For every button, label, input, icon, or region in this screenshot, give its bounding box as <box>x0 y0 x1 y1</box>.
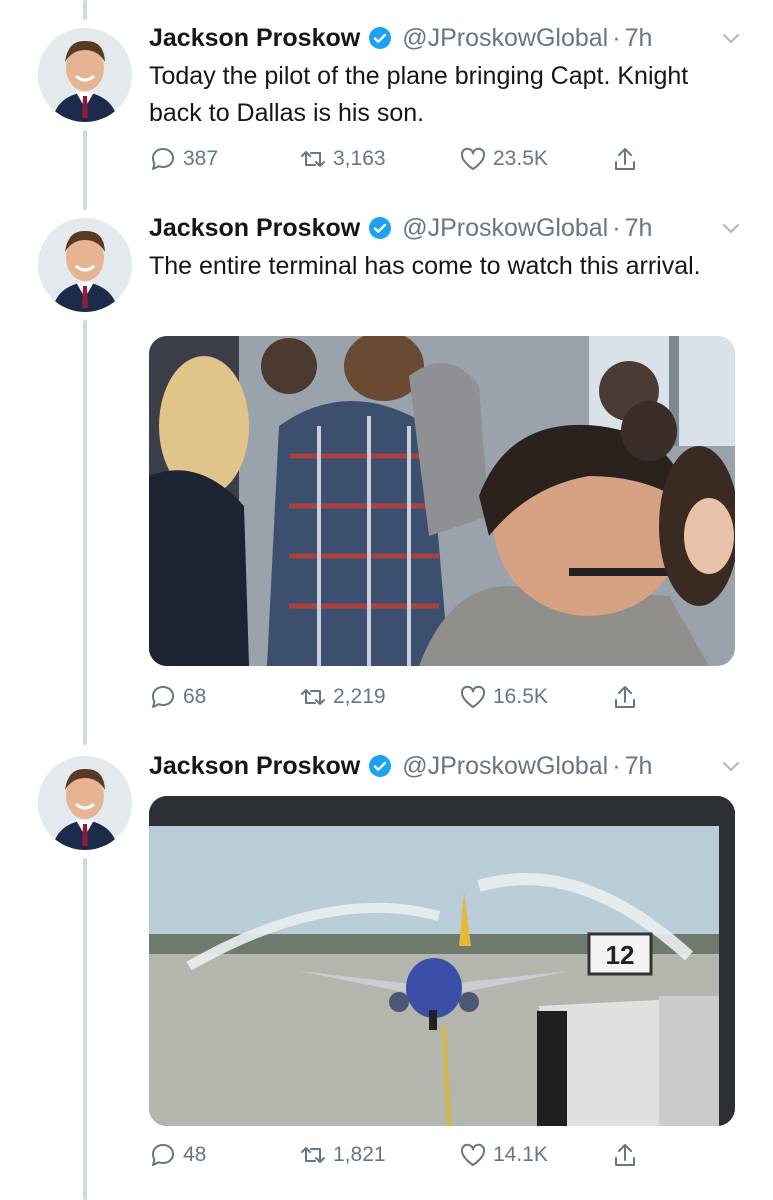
reply-icon <box>152 1144 174 1166</box>
share-button[interactable] <box>611 680 639 714</box>
reply-count: 387 <box>183 147 219 170</box>
like-button[interactable]: 16.5K <box>459 680 548 714</box>
tweet-actions: 387 3,163 23.5K <box>149 142 749 176</box>
verified-badge-icon <box>368 216 392 240</box>
separator: · <box>612 751 621 780</box>
like-count: 16.5K <box>493 685 548 708</box>
retweet-icon <box>301 151 325 167</box>
retweet-button[interactable]: 3,163 <box>299 142 386 176</box>
tweet-photo-crowd[interactable] <box>149 336 735 666</box>
tweet[interactable]: Jackson Proskow @JProskowGlobal · 7h The… <box>0 200 773 740</box>
share-button[interactable] <box>611 1138 639 1172</box>
reply-icon <box>152 686 174 708</box>
like-count: 23.5K <box>493 147 548 170</box>
avatar[interactable] <box>38 28 132 122</box>
retweet-count: 3,163 <box>333 147 386 170</box>
tweet-text: The entire terminal has come to watch th… <box>149 252 701 280</box>
tweet[interactable]: Jackson Proskow @JProskowGlobal · 7h 12 … <box>0 740 773 1200</box>
author-handle[interactable]: @JProskowGlobal <box>402 24 608 53</box>
reply-count: 48 <box>183 1143 207 1166</box>
separator: · <box>612 23 621 52</box>
tweet-photo-plane[interactable]: 12 <box>149 796 735 1126</box>
separator: · <box>612 213 621 242</box>
like-button[interactable]: 14.1K <box>459 1138 548 1172</box>
reply-button[interactable]: 48 <box>149 1138 206 1172</box>
timestamp[interactable]: 7h <box>625 752 653 781</box>
like-count: 14.1K <box>493 1143 548 1166</box>
author-name[interactable]: Jackson Proskow <box>149 214 360 243</box>
avatar[interactable] <box>38 756 132 850</box>
heart-icon <box>460 147 486 170</box>
heart-icon <box>460 1143 486 1166</box>
timestamp[interactable]: 7h <box>625 24 653 53</box>
author-name[interactable]: Jackson Proskow <box>149 752 360 781</box>
share-button[interactable] <box>611 142 639 176</box>
chevron-down-icon[interactable] <box>719 754 743 778</box>
retweet-count: 1,821 <box>333 1143 386 1166</box>
chevron-down-icon[interactable] <box>719 26 743 50</box>
heart-icon <box>460 685 486 708</box>
chevron-down-icon[interactable] <box>719 216 743 240</box>
verified-badge-icon <box>368 754 392 778</box>
like-button[interactable]: 23.5K <box>459 142 548 176</box>
tweet-text: Today the pilot of the plane bringing Ca… <box>149 62 689 127</box>
share-icon <box>615 148 635 170</box>
gate-sign-text: 12 <box>606 940 635 970</box>
author-handle[interactable]: @JProskowGlobal <box>402 214 608 243</box>
tweet-actions: 68 2,219 16.5K <box>149 680 749 714</box>
tweet-actions: 48 1,821 14.1K <box>149 1138 749 1172</box>
reply-button[interactable]: 68 <box>149 680 206 714</box>
reply-icon <box>152 148 174 170</box>
retweet-button[interactable]: 2,219 <box>299 680 386 714</box>
tweet[interactable]: Jackson Proskow @JProskowGlobal · 7h Tod… <box>0 0 773 200</box>
share-icon <box>615 1144 635 1166</box>
retweet-icon <box>301 689 325 705</box>
retweet-icon <box>301 1147 325 1163</box>
share-icon <box>615 686 635 708</box>
reply-button[interactable]: 387 <box>149 142 218 176</box>
retweet-count: 2,219 <box>333 685 386 708</box>
timestamp[interactable]: 7h <box>625 214 653 243</box>
avatar[interactable] <box>38 218 132 312</box>
verified-badge-icon <box>368 26 392 50</box>
author-name[interactable]: Jackson Proskow <box>149 24 360 53</box>
author-handle[interactable]: @JProskowGlobal <box>402 752 608 781</box>
reply-count: 68 <box>183 685 207 708</box>
retweet-button[interactable]: 1,821 <box>299 1138 386 1172</box>
